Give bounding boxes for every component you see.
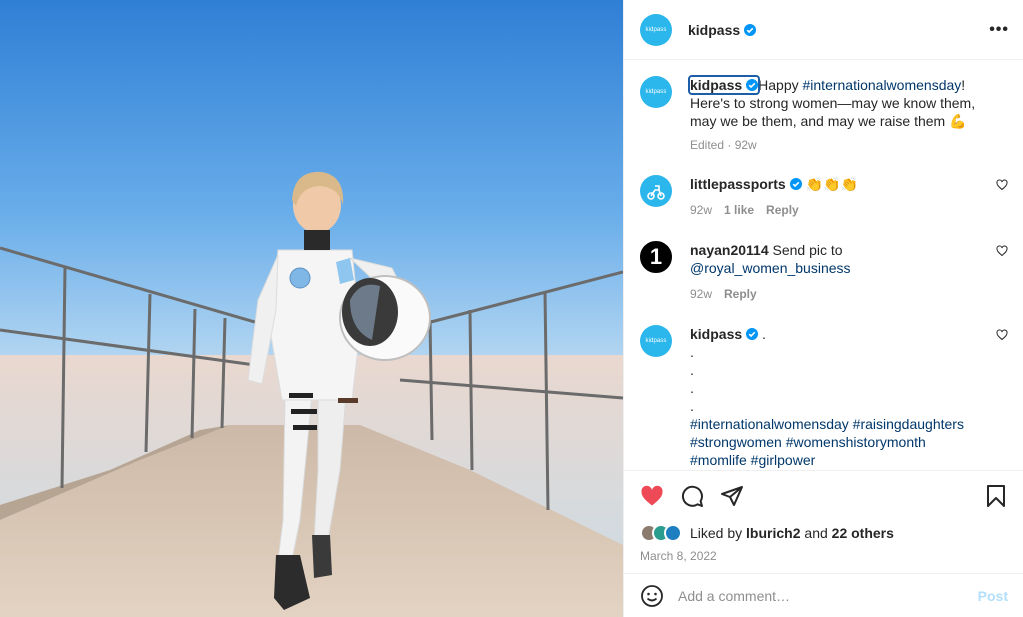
comment-dot-line: . bbox=[690, 398, 694, 414]
comment-item: littlepassports 👏👏👏 92w 1 like Reply bbox=[640, 175, 1008, 219]
comment-mention-link[interactable]: @royal_women_business bbox=[690, 260, 851, 276]
like-comment-heart-icon[interactable] bbox=[996, 329, 1008, 341]
caption-body: kidpass Happy #internationalwomensday! He… bbox=[687, 75, 990, 154]
comment-username[interactable]: kidpass bbox=[690, 326, 742, 342]
comment-hashtags-line[interactable]: #momlife #girlpower bbox=[690, 451, 990, 469]
verified-badge-icon bbox=[746, 328, 759, 340]
likes-summary: Liked by lburich2 and 22 others bbox=[624, 521, 1023, 545]
liked-by-prefix: Liked by bbox=[690, 525, 743, 541]
post-header: kidpass kidpass ••• bbox=[624, 0, 1023, 60]
reply-button[interactable]: Reply bbox=[724, 285, 757, 303]
flexed-biceps-emoji: 💪 bbox=[949, 113, 967, 129]
comment-time[interactable]: 92w bbox=[690, 201, 712, 219]
like-comment-heart-icon[interactable] bbox=[996, 245, 1008, 257]
avatar-label: kidpass bbox=[645, 89, 667, 95]
verified-badge-icon bbox=[746, 79, 759, 91]
comment-item: 1 nayan20114 Send pic to @royal_women_bu… bbox=[640, 241, 1008, 303]
comment-likes[interactable]: 1 like bbox=[724, 201, 754, 219]
comment-body: kidpass . . . . . #internationalwomensda… bbox=[690, 325, 990, 469]
comment-hashtags-line[interactable]: #strongwomen #womenshistorymonth bbox=[690, 433, 990, 451]
post-actions: Liked by lburich2 and 22 others March 8,… bbox=[624, 470, 1023, 563]
comment-meta: 92w Reply bbox=[690, 285, 990, 303]
add-comment-bar: Post bbox=[624, 573, 1023, 617]
liker-avatar bbox=[664, 524, 682, 542]
comment-text: Send pic to bbox=[772, 242, 843, 258]
caption-avatar[interactable]: kidpass bbox=[640, 76, 672, 108]
comment-username[interactable]: nayan20114 bbox=[690, 242, 769, 258]
caption-time[interactable]: 92w bbox=[735, 138, 757, 152]
post-side-panel: kidpass kidpass ••• kidpass kidpass Happy… bbox=[623, 0, 1023, 617]
caption-username-text[interactable]: kidpass bbox=[690, 77, 742, 93]
comment-username[interactable]: littlepassports bbox=[690, 176, 786, 192]
astronaut-girl-photo bbox=[0, 0, 623, 617]
comment-body: littlepassports 👏👏👏 92w 1 like Reply bbox=[690, 175, 990, 219]
liked-by-user-link[interactable]: lburich2 bbox=[746, 525, 800, 541]
like-heart-icon[interactable] bbox=[640, 484, 664, 508]
caption-meta: Edited · 92w bbox=[690, 136, 990, 154]
comment-meta: 92w 1 like Reply bbox=[690, 201, 990, 219]
post-photo[interactable] bbox=[0, 0, 623, 617]
save-bookmark-icon[interactable] bbox=[984, 484, 1008, 508]
like-comment-heart-icon[interactable] bbox=[996, 179, 1008, 191]
comment-text: 👏👏👏 bbox=[805, 176, 858, 192]
comment-body: nayan20114 Send pic to @royal_women_busi… bbox=[690, 241, 990, 303]
liked-by-others-link[interactable]: 22 others bbox=[832, 525, 894, 541]
emoji-smiley-icon[interactable] bbox=[640, 584, 664, 608]
commenter-avatar-nayan20114[interactable]: 1 bbox=[640, 241, 672, 273]
caption-hashtag-link[interactable]: #internationalwomensday bbox=[803, 77, 962, 93]
liked-by-text: Liked by lburich2 and 22 others bbox=[690, 525, 894, 541]
caption: kidpass kidpass Happy #internationalwomen… bbox=[640, 75, 1008, 154]
author-name[interactable]: kidpass bbox=[688, 22, 740, 38]
author-username[interactable]: kidpass bbox=[688, 22, 757, 38]
comment-dot-line: . bbox=[690, 344, 694, 360]
post-date[interactable]: March 8, 2022 bbox=[624, 549, 1023, 563]
comment-item: kidpass kidpass . . . . . #international… bbox=[640, 325, 1008, 469]
commenter-avatar-littlepassports[interactable] bbox=[640, 175, 672, 207]
action-bar bbox=[624, 471, 1023, 521]
comments-list[interactable]: kidpass kidpass Happy #internationalwomen… bbox=[624, 60, 1023, 470]
author-avatar[interactable]: kidpass bbox=[640, 13, 672, 46]
more-options-button[interactable]: ••• bbox=[989, 21, 1009, 39]
comment-bubble-icon[interactable] bbox=[680, 484, 704, 508]
share-paper-plane-icon[interactable] bbox=[720, 484, 744, 508]
caption-username[interactable]: kidpass bbox=[687, 75, 761, 95]
post-comment-button[interactable]: Post bbox=[978, 588, 1008, 604]
verified-badge-icon bbox=[744, 23, 757, 36]
scooter-icon bbox=[647, 185, 665, 200]
comment-dot-line: . bbox=[690, 362, 694, 378]
comment-dot-line: . bbox=[690, 380, 694, 396]
reply-button[interactable]: Reply bbox=[766, 201, 799, 219]
comment-time[interactable]: 92w bbox=[690, 285, 712, 303]
commenter-avatar-kidpass[interactable]: kidpass bbox=[640, 325, 672, 357]
avatar-label: 1 bbox=[649, 244, 663, 269]
caption-edited-time: Edited · 92w bbox=[690, 138, 757, 152]
caption-text-before: Happy bbox=[758, 77, 803, 93]
comment-input[interactable] bbox=[678, 587, 978, 604]
comment-hashtags-line[interactable]: #internationalwomensday #raisingdaughter… bbox=[690, 415, 990, 433]
avatar-label: kidpass bbox=[645, 26, 667, 33]
liker-avatars[interactable] bbox=[640, 524, 682, 542]
liked-by-joiner: and bbox=[804, 525, 828, 541]
comment-text: . bbox=[762, 326, 766, 342]
verified-badge-icon bbox=[789, 178, 802, 190]
edited-label: Edited bbox=[690, 138, 725, 152]
avatar-label: kidpass bbox=[645, 338, 667, 344]
